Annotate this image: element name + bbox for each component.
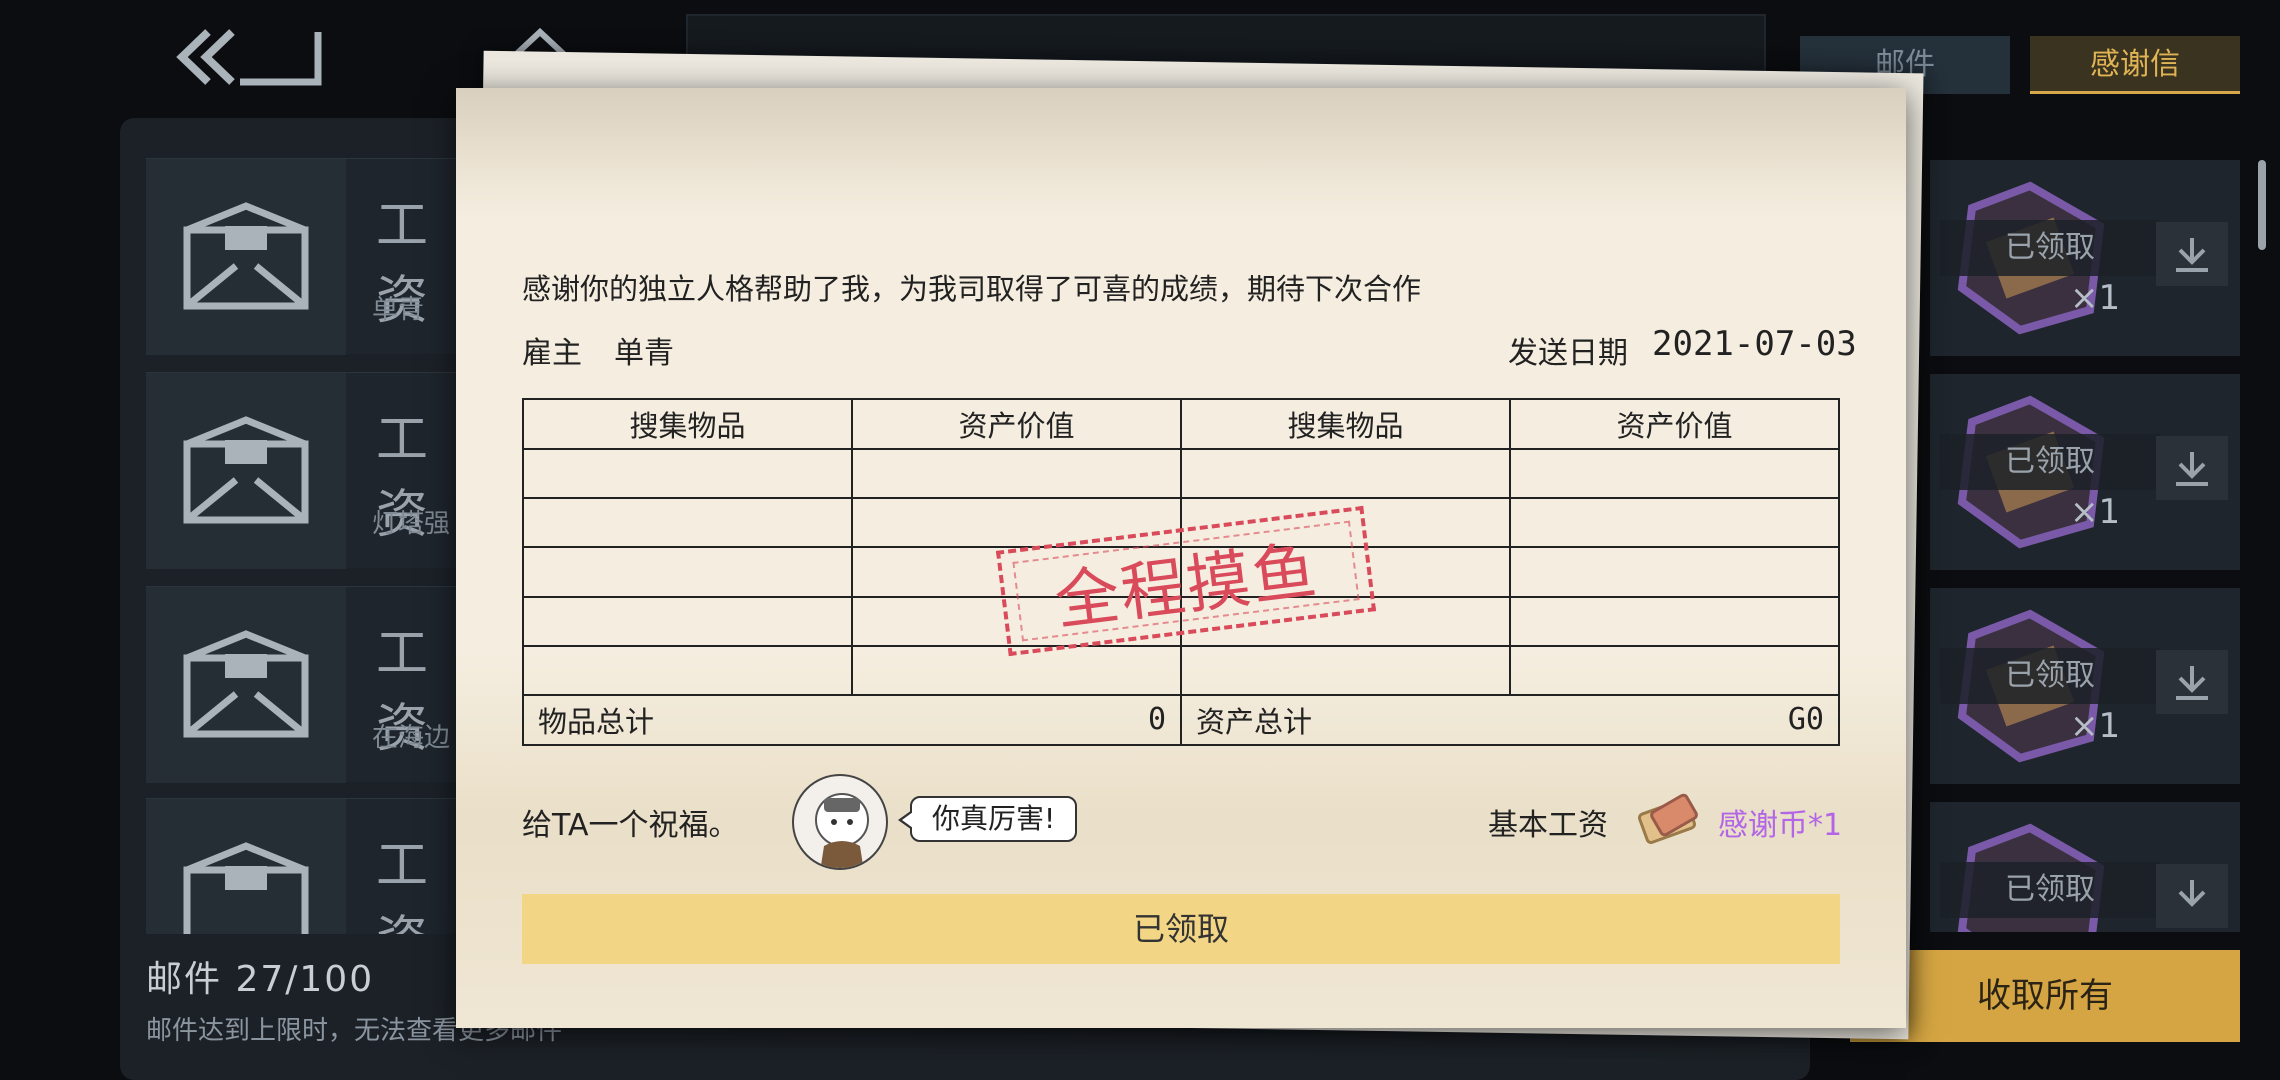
download-button[interactable] xyxy=(2156,864,2228,928)
reward-quantity: ×1 xyxy=(2070,492,2121,532)
send-date-label: 发送日期 xyxy=(1508,336,1628,371)
tab-thank-you-letters[interactable]: 感谢信 xyxy=(2030,36,2240,94)
reward-item[interactable]: 已领取 ×1 xyxy=(1930,160,2240,356)
mail-sender: 灯塔强 xyxy=(372,509,451,539)
character-avatar-icon xyxy=(815,793,869,868)
blessing-speech-bubble[interactable]: 你真厉害! xyxy=(897,796,1078,842)
envelope-icon xyxy=(146,587,346,783)
table-row xyxy=(522,644,1840,696)
letter-message: 感谢你的独立人格帮助了我，为我司取得了可喜的成绩，期待下次合作 xyxy=(522,272,1422,306)
thank-you-letter: 感谢你的独立人格帮助了我，为我司取得了可喜的成绩，期待下次合作 雇主 单青 发送… xyxy=(456,88,1906,1028)
column-header: 资产价值 xyxy=(1509,397,1840,451)
reward-item[interactable]: 已领取 ×1 xyxy=(1930,374,2240,570)
reward-quantity: ×1 xyxy=(2070,706,2121,746)
paper-header-decoration xyxy=(456,88,1906,218)
mail-sender: 在海边 xyxy=(372,723,451,753)
mail-title: 工资 xyxy=(376,836,429,934)
reward-status: 已领取 xyxy=(1940,220,2160,276)
mail-item[interactable]: 工资 灯塔强 xyxy=(146,372,456,569)
mail-sender: 单青 xyxy=(372,295,425,325)
reward-status: 已领取 xyxy=(1940,862,2160,918)
base-salary-label: 基本工资 xyxy=(1488,808,1608,843)
download-button[interactable] xyxy=(2156,222,2228,286)
avatar[interactable] xyxy=(792,774,888,870)
scrollbar[interactable] xyxy=(2258,160,2266,250)
column-header: 搜集物品 xyxy=(1180,397,1511,451)
reward-item[interactable]: 已领取 xyxy=(1930,802,2240,932)
download-button[interactable] xyxy=(2156,436,2228,500)
reward-quantity: ×1 xyxy=(2070,278,2121,318)
envelope-icon xyxy=(146,373,346,569)
item-total-label: 物品总计 xyxy=(538,704,655,739)
asset-total-label: 资产总计 xyxy=(1196,704,1313,739)
totals-row: 物品总计 0 资产总计 G0 xyxy=(522,693,1840,747)
thanks-coin-icon xyxy=(1638,793,1698,845)
item-total-value: 0 xyxy=(1147,702,1166,738)
download-icon xyxy=(2176,452,2208,486)
download-button[interactable] xyxy=(2156,650,2228,714)
mail-item[interactable]: 工资 xyxy=(146,798,456,934)
reward-status: 已领取 xyxy=(1940,434,2160,490)
download-icon xyxy=(2176,238,2208,272)
envelope-icon xyxy=(146,799,346,934)
column-header: 搜集物品 xyxy=(522,397,853,451)
employer-name: 单青 xyxy=(614,336,674,371)
asset-total-value: G0 xyxy=(1787,702,1824,738)
blessing-label: 给TA一个祝福。 xyxy=(522,808,739,843)
reward-status: 已领取 xyxy=(1940,648,2160,704)
download-icon xyxy=(2178,880,2206,907)
envelope-icon xyxy=(146,159,346,355)
column-header: 资产价值 xyxy=(851,397,1182,451)
mail-item[interactable]: 工资 单青 xyxy=(146,158,456,355)
reward-item[interactable]: 已领取 ×1 xyxy=(1930,588,2240,784)
base-salary-value: 感谢币*1 xyxy=(1718,808,1843,843)
claimed-button[interactable]: 已领取 xyxy=(522,894,1840,964)
download-icon xyxy=(2176,666,2208,700)
table-row xyxy=(522,448,1840,500)
mail-count: 邮件 27/100 xyxy=(146,959,375,1000)
send-date-value: 2021-07-03 xyxy=(1652,324,1857,364)
mail-item[interactable]: 工资 在海边 xyxy=(146,586,456,783)
double-chevron-left-icon xyxy=(176,29,322,86)
employer-label: 雇主 xyxy=(522,336,582,371)
back-button[interactable] xyxy=(170,22,330,92)
